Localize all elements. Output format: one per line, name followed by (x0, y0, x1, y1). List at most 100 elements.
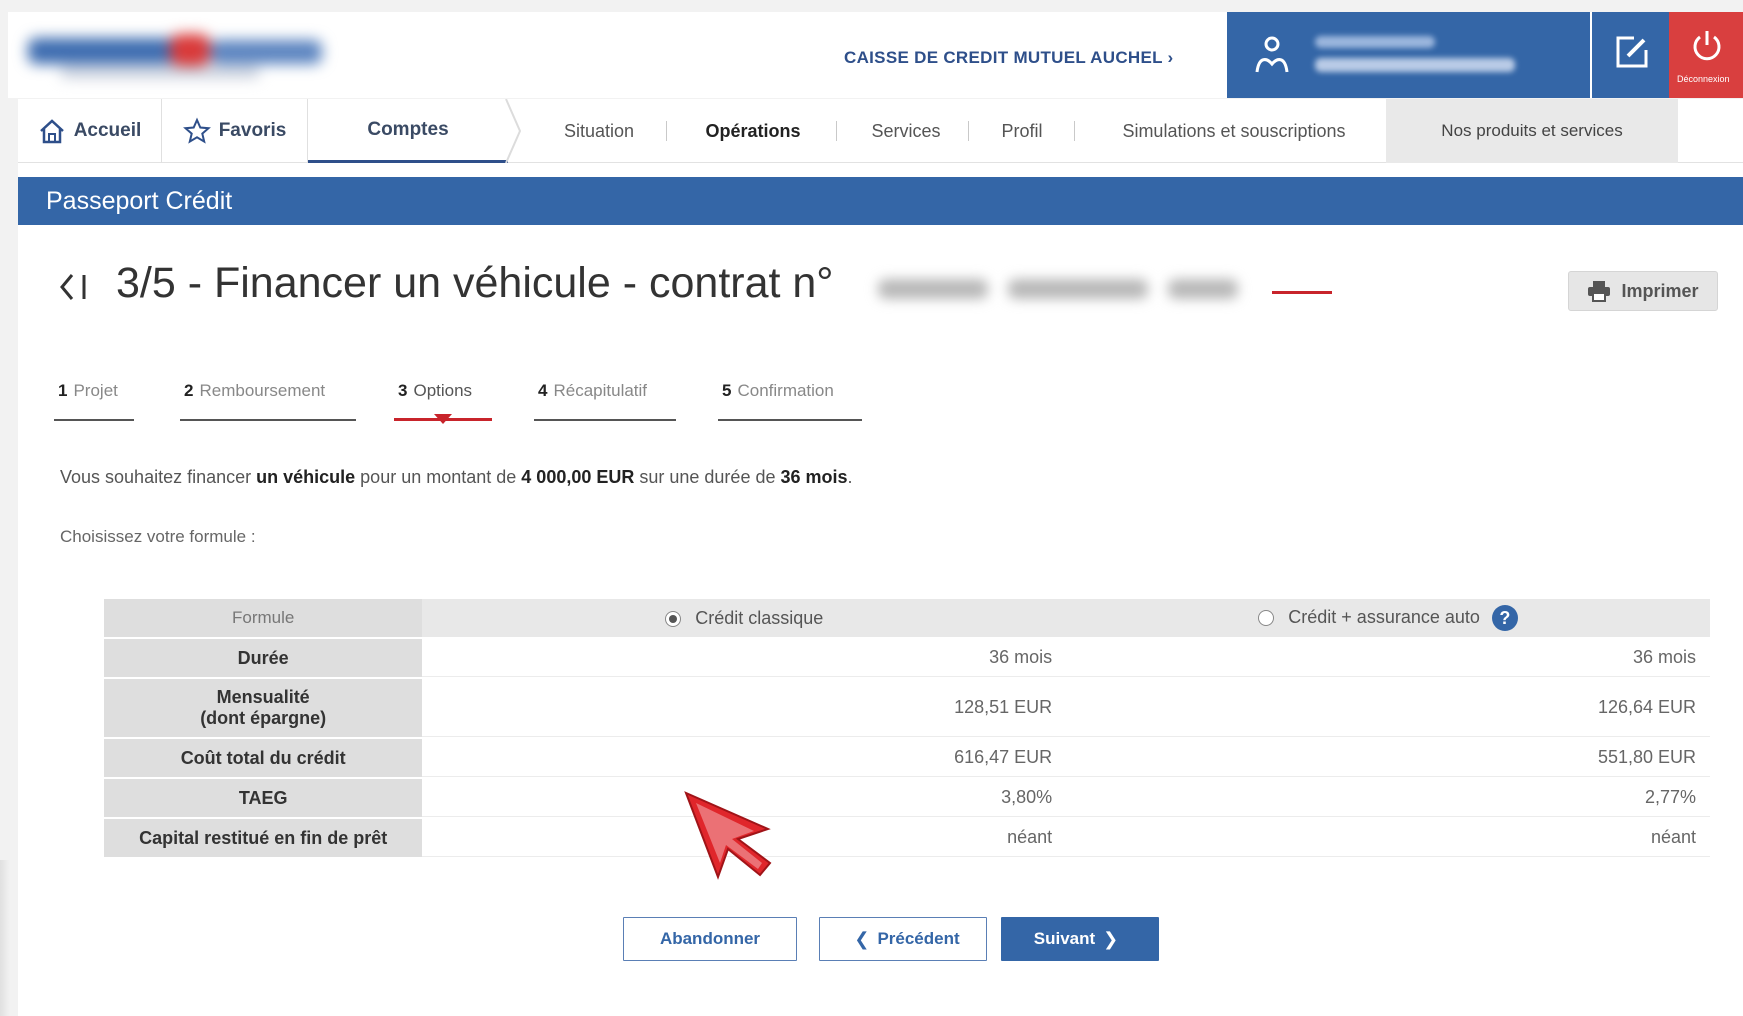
table-row: Durée 36 mois 36 mois (104, 639, 1710, 677)
star-icon (182, 117, 211, 144)
table-header-label: Formule (104, 599, 423, 637)
step-label: Confirmation (737, 381, 834, 400)
print-button[interactable]: Imprimer (1568, 271, 1718, 311)
nav-profil[interactable]: Profil (980, 99, 1064, 163)
nav-services-label: Services (871, 120, 941, 141)
page-shadow (0, 860, 10, 1016)
edit-profile-button[interactable] (1590, 12, 1669, 98)
page-title: 3/5 - Financer un véhicule - contrat n° (116, 259, 834, 307)
nav-simulations-label: Simulations et souscriptions (1122, 120, 1346, 141)
table-row: Capital restitué en fin de prêt néant né… (104, 819, 1710, 857)
summary-duration: 36 mois (780, 467, 848, 487)
step-number: 5 (722, 381, 732, 400)
nav-services[interactable]: Services (848, 99, 964, 163)
help-icon[interactable]: ? (1491, 605, 1518, 631)
back-icon[interactable] (58, 267, 92, 307)
nav-situation[interactable]: Situation (540, 99, 658, 163)
nav-favorites[interactable]: Favoris (162, 99, 308, 163)
nav-accounts-label: Comptes (367, 118, 449, 140)
summary-text: Vous souhaitez financer (60, 467, 257, 487)
row-label: Mensualité (216, 687, 310, 707)
previous-button[interactable]: ❮ Précédent (819, 917, 987, 961)
next-button[interactable]: Suivant ❯ (1001, 917, 1159, 961)
pointer-arrow-icon (684, 791, 772, 880)
section-banner: Passeport Crédit (18, 177, 1743, 225)
row-label-group: Mensualité (dont épargne) (104, 679, 423, 737)
nav-home[interactable]: Accueil (18, 99, 162, 163)
nav-simulations[interactable]: Simulations et souscriptions (1086, 99, 1382, 163)
abandon-button[interactable]: Abandonner (623, 917, 797, 961)
bank-branch-link[interactable]: CAISSE DE CREDIT MUTUEL AUCHEL › (844, 48, 1173, 68)
title-accent (1272, 291, 1332, 294)
radio-credit-assurance[interactable] (1258, 610, 1275, 626)
edit-icon (1616, 36, 1648, 68)
row-label: Coût total du crédit (104, 739, 423, 777)
top-header: CAISSE DE CREDIT MUTUEL AUCHEL › Déconne… (8, 12, 1743, 98)
nav-accounts[interactable]: Comptes (308, 99, 508, 163)
print-label: Imprimer (1621, 280, 1699, 301)
row-value: 36 mois (422, 639, 1067, 677)
main-content: Passeport Crédit 3/5 - Financer un véhic… (18, 163, 1743, 1016)
bank-logo[interactable] (20, 26, 330, 84)
step-label: Options (413, 381, 473, 400)
logout-button[interactable]: Déconnexion (1669, 12, 1743, 98)
nav-products-services[interactable]: Nos produits et services (1386, 99, 1678, 163)
step-number: 2 (184, 381, 194, 400)
nav-situation-label: Situation (563, 120, 635, 141)
summary-text: . (847, 467, 853, 487)
option-credit-classique[interactable]: Crédit classique (422, 599, 1067, 637)
table-row: Coût total du crédit 616,47 EUR 551,80 E… (104, 739, 1710, 777)
step-confirmation: 5 Confirmation (718, 381, 862, 421)
step-projet: 1 Projet (54, 381, 134, 421)
formula-comparison-table: Formule Crédit classique Crédit + assura… (104, 597, 1710, 859)
option-label: Crédit + assurance auto (1288, 606, 1480, 627)
row-label: Durée (104, 639, 423, 677)
user-id-redacted (1315, 58, 1515, 72)
row-value: 2,77% (1066, 779, 1710, 817)
next-label: Suivant (1033, 929, 1096, 948)
step-number: 4 (538, 381, 548, 400)
step-number: 1 (58, 381, 68, 400)
chevron-left-icon: ❮ (854, 928, 870, 949)
nav-divider (968, 121, 969, 141)
summary-amount: 4 000,00 EUR (521, 467, 635, 487)
logout-label: Déconnexion (1677, 74, 1730, 84)
step-remboursement: 2 Remboursement (180, 381, 356, 421)
abandon-label: Abandonner (659, 929, 761, 948)
main-navigation: Accueil Favoris Comptes Situation Opérat… (18, 99, 1743, 163)
table-row: TAEG 3,80% 2,77% (104, 779, 1710, 817)
nav-home-label: Accueil (73, 120, 142, 141)
nav-products-label: Nos produits et services (1441, 121, 1623, 140)
power-icon (1693, 31, 1721, 61)
row-value: 551,80 EUR (1066, 739, 1710, 777)
user-icon (1255, 36, 1289, 73)
financing-summary: Vous souhaitez financer un véhicule pour… (60, 467, 853, 488)
table-row: Mensualité (dont épargne) 128,51 EUR 126… (104, 679, 1710, 737)
row-sublabel: (dont épargne) (200, 708, 327, 728)
radio-credit-classique[interactable] (665, 610, 682, 627)
row-value: 616,47 EUR (422, 739, 1067, 777)
step-recapitulatif: 4 Récapitulatif (534, 381, 676, 421)
home-icon (39, 119, 64, 144)
row-label: TAEG (104, 779, 423, 817)
choose-formula-label: Choisissez votre formule : (60, 527, 256, 546)
nav-operations-label: Opérations (705, 120, 801, 141)
option-credit-assurance[interactable]: Crédit + assurance auto? (1066, 599, 1710, 637)
row-value: 36 mois (1066, 639, 1710, 677)
step-label: Remboursement (199, 381, 326, 400)
user-account-box[interactable] (1227, 12, 1590, 98)
nav-profil-label: Profil (1001, 120, 1043, 141)
row-value: 126,64 EUR (1066, 679, 1710, 737)
summary-object: un véhicule (256, 467, 356, 487)
nav-operations[interactable]: Opérations (678, 99, 828, 163)
step-label: Récapitulatif (553, 381, 648, 400)
summary-text: sur une durée de (634, 467, 781, 487)
user-name-redacted (1315, 36, 1435, 48)
nav-divider (836, 121, 837, 141)
nav-favorites-label: Favoris (218, 120, 287, 141)
row-value: néant (1066, 819, 1710, 857)
table-header-row: Formule Crédit classique Crédit + assura… (104, 599, 1710, 637)
nav-divider (1074, 121, 1075, 141)
breadcrumb-chevron-icon (505, 99, 522, 163)
contract-number-redacted (868, 271, 1258, 305)
